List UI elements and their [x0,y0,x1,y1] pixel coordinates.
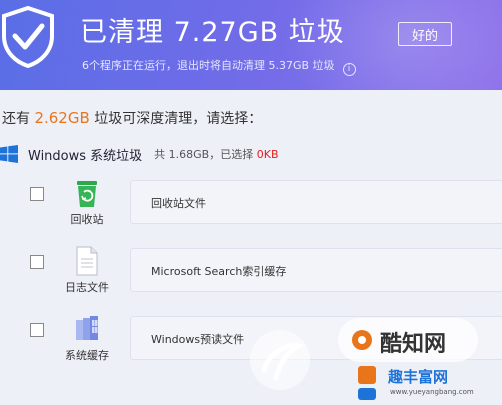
subtitle-text: 6个程序正在运行，退出时将自动清理 5.37GB 垃圾 [82,59,335,72]
file-card-search-index[interactable]: Microsoft Search索引缓存 [130,248,502,292]
checkbox-recycle-bin[interactable] [30,187,44,201]
document-icon [76,246,98,276]
prompt-suffix: 垃圾可深度清理，请选择： [89,111,263,127]
file-label: Microsoft Search索引缓存 [151,265,287,278]
deep-clean-amount: 2.62GB [34,109,90,127]
section-total: 共 1.68GB，已选择 [154,148,257,161]
category-label: 日志文件 [65,281,109,294]
section-title: Windows 系统垃圾 [28,148,143,164]
ok-button[interactable]: 好的 [398,22,452,46]
windows-cache-icon [76,316,98,340]
category-recycle-bin: 回收站 [56,178,118,227]
checkbox-system-cache[interactable] [30,323,44,337]
category-label: 系统缓存 [65,349,109,362]
page-title: 已清理 7.27GB 垃圾 [80,17,345,48]
section-selected: 0KB [256,148,279,161]
checkbox-log-files[interactable] [30,255,44,269]
header-banner: 已清理 7.27GB 垃圾 6个程序正在运行，退出时将自动清理 5.37GB 垃… [0,0,502,90]
category-log-files: 日志文件 [56,246,118,295]
list-item-log-files: 日志文件 Microsoft Search索引缓存 [0,246,502,294]
file-label: 回收站文件 [151,197,206,210]
shield-check-icon [2,6,54,68]
recycle-bin-icon [77,181,97,207]
prompt-prefix: 还有 [2,111,35,127]
list-item-recycle-bin: 回收站 回收站文件 [0,178,502,226]
section-stats: 共 1.68GB，已选择 0KB [154,146,278,162]
windows-logo-icon [0,145,18,163]
watermark-text-secondary: 趣丰富网 [388,368,449,386]
running-programs-notice: 6个程序正在运行，退出时将自动清理 5.37GB 垃圾 i [82,57,356,76]
section-windows-junk: Windows 系统垃圾 共 1.68GB，已选择 0KB [0,144,279,164]
category-label: 回收站 [70,213,104,226]
watermark-url: www.yueyangbang.com [390,388,474,396]
file-label: Windows预读文件 [151,333,245,346]
deep-clean-prompt: 还有 2.62GB 垃圾可深度清理，请选择： [2,108,262,128]
info-icon[interactable]: i [342,63,356,76]
file-card-recycle-bin[interactable]: 回收站文件 [130,180,502,224]
list-item-system-cache: 系统缓存 Windows预读文件 [0,314,502,362]
file-card-prefetch[interactable]: Windows预读文件 [130,316,502,360]
category-system-cache: 系统缓存 [56,314,118,363]
